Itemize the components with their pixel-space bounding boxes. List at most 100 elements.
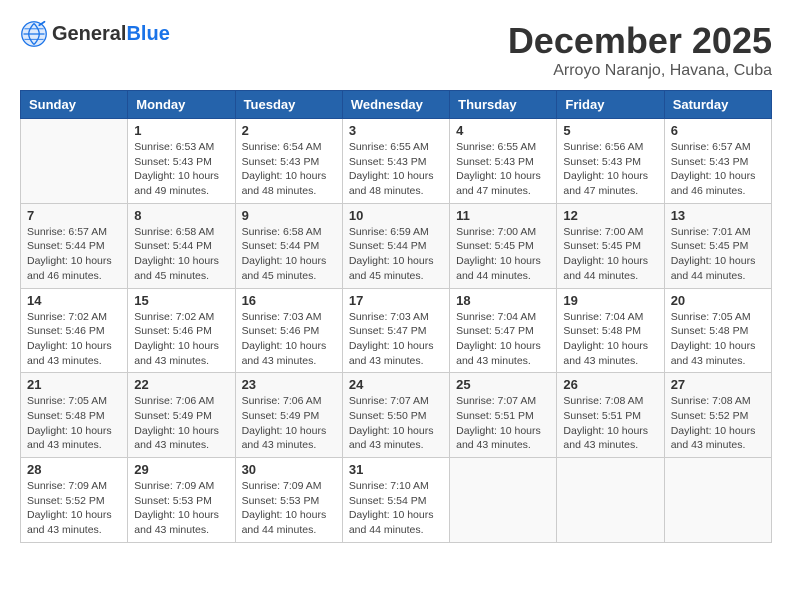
day-number: 3 xyxy=(349,123,443,138)
logo-blue: Blue xyxy=(126,23,169,45)
day-number: 9 xyxy=(242,208,336,223)
calendar-week-row: 7Sunrise: 6:57 AM Sunset: 5:44 PM Daylig… xyxy=(21,203,772,288)
calendar-day-cell: 19 Sunrise: 7:04 AM Sunset: 5:48 PM Dayli… xyxy=(557,288,664,373)
calendar-table: SundayMondayTuesdayWednesdayThursdayFrid… xyxy=(20,90,772,543)
day-number: 23 xyxy=(242,377,336,392)
calendar-day-cell: 31Sunrise: 7:10 AM Sunset: 5:54 PM Dayli… xyxy=(342,458,449,543)
day-number: 1 xyxy=(134,123,228,138)
day-info: Sunrise: 7:05 AM Sunset: 5:48 PM Dayligh… xyxy=(27,394,121,453)
calendar-day-cell: 4 Sunrise: 6:55 AM Sunset: 5:43 PM Daylig… xyxy=(450,119,557,204)
calendar-day-cell: 22Sunrise: 7:06 AM Sunset: 5:49 PM Dayli… xyxy=(128,373,235,458)
calendar-day-cell xyxy=(21,119,128,204)
calendar-week-row: 14 Sunrise: 7:02 AM Sunset: 5:46 PM Dayli… xyxy=(21,288,772,373)
day-info: Sunrise: 7:08 AM Sunset: 5:51 PM Dayligh… xyxy=(563,394,657,453)
calendar-day-cell: 26 Sunrise: 7:08 AM Sunset: 5:51 PM Dayli… xyxy=(557,373,664,458)
day-number: 8 xyxy=(134,208,228,223)
day-info: Sunrise: 6:57 AM Sunset: 5:43 PM Dayligh… xyxy=(671,140,765,199)
page-location: Arroyo Naranjo, Havana, Cuba xyxy=(508,62,772,80)
calendar-day-cell: 24Sunrise: 7:07 AM Sunset: 5:50 PM Dayli… xyxy=(342,373,449,458)
calendar-day-cell: 15Sunrise: 7:02 AM Sunset: 5:46 PM Dayli… xyxy=(128,288,235,373)
calendar-day-cell: 29 Sunrise: 7:09 AM Sunset: 5:53 PM Dayli… xyxy=(128,458,235,543)
calendar-day-cell: 30 Sunrise: 7:09 AM Sunset: 5:53 PM Dayli… xyxy=(235,458,342,543)
day-info: Sunrise: 7:09 AM Sunset: 5:53 PM Dayligh… xyxy=(134,479,228,538)
title-block: December 2025 Arroyo Naranjo, Havana, Cu… xyxy=(508,20,772,80)
day-info: Sunrise: 7:05 AM Sunset: 5:48 PM Dayligh… xyxy=(671,310,765,369)
day-number: 24 xyxy=(349,377,443,392)
calendar-week-row: 1 Sunrise: 6:53 AM Sunset: 5:43 PM Daylig… xyxy=(21,119,772,204)
calendar-day-cell: 2Sunrise: 6:54 AM Sunset: 5:43 PM Daylig… xyxy=(235,119,342,204)
calendar-day-cell: 17 Sunrise: 7:03 AM Sunset: 5:47 PM Dayli… xyxy=(342,288,449,373)
calendar-day-cell: 1 Sunrise: 6:53 AM Sunset: 5:43 PM Daylig… xyxy=(128,119,235,204)
day-number: 20 xyxy=(671,293,765,308)
day-info: Sunrise: 7:02 AM Sunset: 5:46 PM Dayligh… xyxy=(27,310,121,369)
day-number: 6 xyxy=(671,123,765,138)
calendar-day-cell: 18Sunrise: 7:04 AM Sunset: 5:47 PM Dayli… xyxy=(450,288,557,373)
day-info: Sunrise: 7:07 AM Sunset: 5:51 PM Dayligh… xyxy=(456,394,550,453)
day-info: Sunrise: 7:03 AM Sunset: 5:47 PM Dayligh… xyxy=(349,310,443,369)
day-number: 11 xyxy=(456,208,550,223)
day-info: Sunrise: 7:06 AM Sunset: 5:49 PM Dayligh… xyxy=(134,394,228,453)
day-info: Sunrise: 7:02 AM Sunset: 5:46 PM Dayligh… xyxy=(134,310,228,369)
day-info: Sunrise: 7:06 AM Sunset: 5:49 PM Dayligh… xyxy=(242,394,336,453)
calendar-day-cell xyxy=(664,458,771,543)
day-number: 12 xyxy=(563,208,657,223)
calendar-day-cell: 10Sunrise: 6:59 AM Sunset: 5:44 PM Dayli… xyxy=(342,203,449,288)
day-info: Sunrise: 7:03 AM Sunset: 5:46 PM Dayligh… xyxy=(242,310,336,369)
calendar-day-cell: 9 Sunrise: 6:58 AM Sunset: 5:44 PM Daylig… xyxy=(235,203,342,288)
day-info: Sunrise: 6:58 AM Sunset: 5:44 PM Dayligh… xyxy=(134,225,228,284)
day-number: 4 xyxy=(456,123,550,138)
weekday-header: Sunday xyxy=(21,91,128,119)
day-number: 19 xyxy=(563,293,657,308)
day-number: 10 xyxy=(349,208,443,223)
day-number: 21 xyxy=(27,377,121,392)
day-number: 17 xyxy=(349,293,443,308)
day-info: Sunrise: 6:58 AM Sunset: 5:44 PM Dayligh… xyxy=(242,225,336,284)
calendar-day-cell: 3 Sunrise: 6:55 AM Sunset: 5:43 PM Daylig… xyxy=(342,119,449,204)
day-number: 14 xyxy=(27,293,121,308)
day-number: 29 xyxy=(134,462,228,477)
day-info: Sunrise: 6:56 AM Sunset: 5:43 PM Dayligh… xyxy=(563,140,657,199)
logo: GeneralBlue xyxy=(20,20,170,48)
calendar-day-cell: 25 Sunrise: 7:07 AM Sunset: 5:51 PM Dayli… xyxy=(450,373,557,458)
calendar-day-cell xyxy=(450,458,557,543)
day-number: 2 xyxy=(242,123,336,138)
day-info: Sunrise: 6:55 AM Sunset: 5:43 PM Dayligh… xyxy=(456,140,550,199)
calendar-day-cell: 13 Sunrise: 7:01 AM Sunset: 5:45 PM Dayli… xyxy=(664,203,771,288)
day-number: 7 xyxy=(27,208,121,223)
day-info: Sunrise: 7:01 AM Sunset: 5:45 PM Dayligh… xyxy=(671,225,765,284)
calendar-week-row: 28 Sunrise: 7:09 AM Sunset: 5:52 PM Dayli… xyxy=(21,458,772,543)
page-header: GeneralBlue December 2025 Arroyo Naranjo… xyxy=(20,20,772,80)
day-number: 25 xyxy=(456,377,550,392)
calendar-day-cell: 12 Sunrise: 7:00 AM Sunset: 5:45 PM Dayli… xyxy=(557,203,664,288)
day-number: 26 xyxy=(563,377,657,392)
day-number: 28 xyxy=(27,462,121,477)
logo-general: General xyxy=(52,23,126,45)
logo-icon xyxy=(20,20,48,48)
day-info: Sunrise: 7:10 AM Sunset: 5:54 PM Dayligh… xyxy=(349,479,443,538)
calendar-week-row: 21 Sunrise: 7:05 AM Sunset: 5:48 PM Dayli… xyxy=(21,373,772,458)
weekday-header: Friday xyxy=(557,91,664,119)
weekday-header: Tuesday xyxy=(235,91,342,119)
day-info: Sunrise: 6:53 AM Sunset: 5:43 PM Dayligh… xyxy=(134,140,228,199)
weekday-header: Wednesday xyxy=(342,91,449,119)
day-info: Sunrise: 6:55 AM Sunset: 5:43 PM Dayligh… xyxy=(349,140,443,199)
day-info: Sunrise: 7:04 AM Sunset: 5:48 PM Dayligh… xyxy=(563,310,657,369)
calendar-day-cell: 16 Sunrise: 7:03 AM Sunset: 5:46 PM Dayli… xyxy=(235,288,342,373)
day-info: Sunrise: 7:08 AM Sunset: 5:52 PM Dayligh… xyxy=(671,394,765,453)
day-info: Sunrise: 7:00 AM Sunset: 5:45 PM Dayligh… xyxy=(456,225,550,284)
weekday-header: Monday xyxy=(128,91,235,119)
page-title: December 2025 xyxy=(508,20,772,62)
day-number: 5 xyxy=(563,123,657,138)
calendar-day-cell: 14 Sunrise: 7:02 AM Sunset: 5:46 PM Dayli… xyxy=(21,288,128,373)
day-info: Sunrise: 7:00 AM Sunset: 5:45 PM Dayligh… xyxy=(563,225,657,284)
calendar-day-cell: 20 Sunrise: 7:05 AM Sunset: 5:48 PM Dayli… xyxy=(664,288,771,373)
calendar-day-cell: 5 Sunrise: 6:56 AM Sunset: 5:43 PM Daylig… xyxy=(557,119,664,204)
day-number: 30 xyxy=(242,462,336,477)
calendar-day-cell: 8 Sunrise: 6:58 AM Sunset: 5:44 PM Daylig… xyxy=(128,203,235,288)
day-number: 13 xyxy=(671,208,765,223)
calendar-day-cell: 23 Sunrise: 7:06 AM Sunset: 5:49 PM Dayli… xyxy=(235,373,342,458)
day-info: Sunrise: 7:09 AM Sunset: 5:52 PM Dayligh… xyxy=(27,479,121,538)
day-info: Sunrise: 7:09 AM Sunset: 5:53 PM Dayligh… xyxy=(242,479,336,538)
day-number: 16 xyxy=(242,293,336,308)
calendar-day-cell: 6 Sunrise: 6:57 AM Sunset: 5:43 PM Daylig… xyxy=(664,119,771,204)
